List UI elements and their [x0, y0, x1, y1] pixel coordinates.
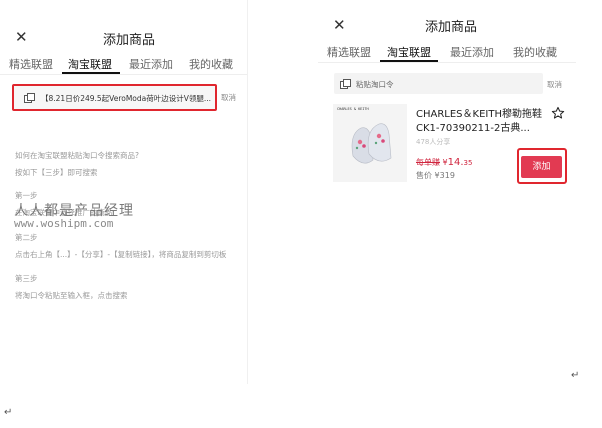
active-tab-indicator	[380, 60, 438, 62]
page-title: 添加商品	[103, 33, 156, 48]
clipboard-suggestion[interactable]: 【8.21日价249.5起VeroModa荷叶边设计V领腿...	[12, 84, 217, 111]
price-label: 售价	[416, 171, 432, 180]
help-intro: 按如下【三步】即可搜索	[15, 168, 98, 177]
earn-currency: ¥	[440, 158, 448, 167]
tab-divider	[318, 62, 576, 63]
active-tab-indicator	[62, 72, 120, 74]
earn-label: 每单赚	[416, 158, 440, 167]
cancel-button[interactable]: 取消	[547, 79, 562, 90]
step3-text: 将淘口令粘贴至输入框，点击搜索	[15, 291, 128, 300]
tab-featured-alliance[interactable]: 精选联盟	[9, 56, 53, 72]
tab-recently-added[interactable]: 最近添加	[129, 56, 173, 72]
help-question: 如何在淘宝联盟粘贴淘口令搜索商品?	[15, 151, 139, 160]
earn-decimal: 35	[463, 159, 473, 167]
step3-title: 第三步	[15, 274, 38, 283]
clipboard-text: 【8.21日价249.5起VeroModa荷叶边设计V领腿...	[41, 94, 212, 103]
tab-taobao-alliance[interactable]: 淘宝联盟	[387, 44, 431, 60]
product-title[interactable]: CHARLES＆KEITH穆勒拖鞋CK1-70390211-2古典...	[416, 108, 560, 136]
copy-icon	[340, 79, 351, 89]
tab-my-favorites[interactable]: 我的收藏	[189, 56, 233, 72]
step2-text: 点击右上角【...】-【分享】-【复制链接】，将商品复制到剪切板	[15, 250, 227, 259]
page-title: 添加商品	[425, 20, 478, 35]
cancel-button[interactable]: 取消	[221, 92, 236, 103]
copy-icon	[24, 93, 35, 103]
slipper-illustration	[351, 123, 392, 164]
left-panel: ✕ 添加商品 精选联盟 淘宝联盟 最近添加 我的收藏 【8.21日价249.5起…	[0, 0, 248, 384]
return-mark-bottom: ↵	[4, 407, 13, 418]
earn-per-order: 每单赚 ¥14.35	[416, 157, 472, 168]
tab-recently-added[interactable]: 最近添加	[450, 44, 494, 60]
tab-taobao-alliance[interactable]: 淘宝联盟	[68, 56, 112, 72]
right-panel: ✕ 添加商品 精选联盟 淘宝联盟 最近添加 我的收藏 粘贴淘口令 取消 CHAR…	[318, 0, 576, 384]
earn-amount: 14.	[447, 157, 464, 168]
search-input[interactable]: 粘贴淘口令	[334, 73, 543, 94]
search-placeholder: 粘贴淘口令	[356, 80, 394, 89]
tab-divider	[0, 74, 247, 75]
close-icon[interactable]: ✕	[333, 18, 346, 33]
close-icon[interactable]: ✕	[15, 30, 28, 45]
product-sales: 478人分享	[416, 138, 451, 146]
watermark-url: www.woshipm.com	[14, 217, 114, 230]
return-mark: ↵	[571, 370, 580, 381]
price-value: ¥319	[432, 171, 455, 180]
step2-title: 第二步	[15, 233, 38, 242]
tab-my-favorites[interactable]: 我的收藏	[513, 44, 557, 60]
tab-featured-alliance[interactable]: 精选联盟	[327, 44, 371, 60]
product-image[interactable]: CHARLES & KEITH	[333, 104, 407, 182]
favorite-star-icon[interactable]	[551, 106, 565, 120]
product-price: 售价 ¥319	[416, 170, 455, 181]
add-button[interactable]: 添加	[521, 156, 562, 178]
